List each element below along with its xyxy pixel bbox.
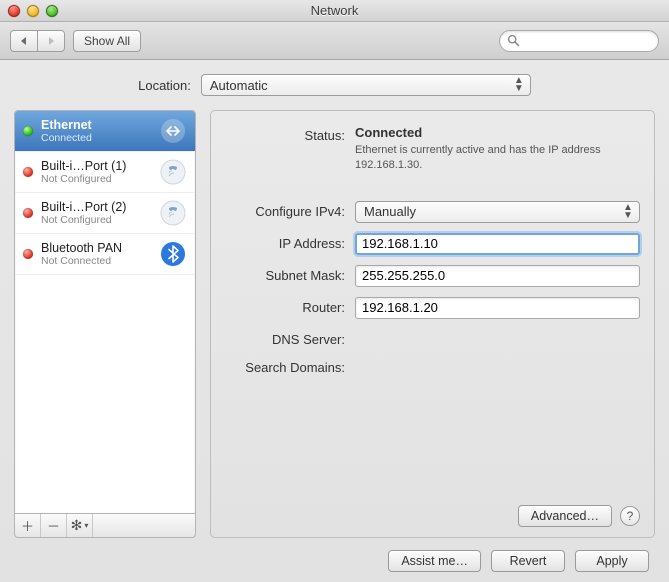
sidebar-item-label: Built-i…Port (2) — [41, 200, 151, 214]
assist-me-button[interactable]: Assist me… — [388, 550, 481, 572]
sidebar-item-label: Built-i…Port (1) — [41, 159, 151, 173]
titlebar: Network — [0, 0, 669, 22]
sidebar-item-ethernet[interactable]: Ethernet Connected — [15, 111, 195, 152]
add-button[interactable]: ＋ — [15, 514, 41, 537]
forward-button[interactable] — [37, 30, 65, 52]
gear-icon: ✻ — [71, 517, 83, 534]
subnet-mask-label: Subnet Mask: — [225, 265, 355, 283]
dns-server-label: DNS Server: — [225, 329, 355, 347]
remove-button[interactable]: － — [41, 514, 67, 537]
location-value: Automatic — [210, 78, 268, 93]
content: Location: Automatic ▲▼ Ethernet Connecte… — [0, 60, 669, 582]
bottom-buttons: Assist me… Revert Apply — [14, 538, 655, 572]
status-dot-icon — [23, 249, 33, 259]
updown-icon: ▲▼ — [512, 77, 526, 93]
close-icon[interactable] — [8, 5, 20, 17]
status-dot-icon — [23, 167, 33, 177]
subnet-mask-input[interactable] — [355, 265, 640, 287]
detail-panel: Status: Connected Ethernet is currently … — [210, 110, 655, 538]
chevron-down-icon: ▾ — [84, 521, 88, 530]
sidebar-item-bluetooth[interactable]: Bluetooth PAN Not Connected — [15, 234, 195, 275]
ip-address-input[interactable] — [355, 233, 640, 255]
location-label: Location: — [138, 78, 191, 93]
minimize-icon[interactable] — [27, 5, 39, 17]
sidebar-item-status: Not Connected — [41, 255, 151, 267]
revert-button[interactable]: Revert — [491, 550, 565, 572]
location-row: Location: Automatic ▲▼ — [14, 74, 655, 96]
triangle-left-icon — [19, 36, 29, 46]
configure-ipv4-value: Manually — [364, 204, 416, 219]
status-value: Connected — [355, 125, 640, 140]
ethernet-icon — [159, 117, 187, 145]
status-dot-icon — [23, 208, 33, 218]
nav-segment — [10, 30, 65, 52]
triangle-right-icon — [46, 36, 56, 46]
configure-ipv4-select[interactable]: Manually ▲▼ — [355, 201, 640, 223]
sidebar-item-serial2[interactable]: Built-i…Port (2) Not Configured — [15, 193, 195, 234]
phone-icon — [159, 158, 187, 186]
sidebar-footer: ＋ － ✻▾ — [14, 514, 196, 538]
status-description: Ethernet is currently active and has the… — [355, 143, 615, 173]
status-label: Status: — [225, 125, 355, 143]
sidebar: Ethernet Connected Built-i…Port (1) Not … — [14, 110, 196, 538]
router-label: Router: — [225, 297, 355, 315]
sidebar-item-status: Not Configured — [41, 173, 151, 185]
apply-button[interactable]: Apply — [575, 550, 649, 572]
phone-icon — [159, 199, 187, 227]
show-all-button[interactable]: Show All — [73, 30, 141, 52]
ip-address-label: IP Address: — [225, 233, 355, 251]
search-input[interactable] — [499, 30, 659, 52]
search-domains-label: Search Domains: — [225, 357, 355, 375]
toolbar: Show All — [0, 22, 669, 60]
status-dot-icon — [23, 126, 33, 136]
zoom-icon[interactable] — [46, 5, 58, 17]
router-input[interactable] — [355, 297, 640, 319]
sidebar-item-serial1[interactable]: Built-i…Port (1) Not Configured — [15, 152, 195, 193]
location-select[interactable]: Automatic ▲▼ — [201, 74, 531, 96]
bluetooth-icon — [159, 240, 187, 268]
help-button[interactable]: ? — [620, 506, 640, 526]
advanced-button[interactable]: Advanced… — [518, 505, 612, 527]
back-button[interactable] — [10, 30, 38, 52]
sidebar-item-status: Connected — [41, 132, 151, 144]
configure-ipv4-label: Configure IPv4: — [225, 201, 355, 219]
sidebar-item-label: Ethernet — [41, 118, 151, 132]
search-field[interactable] — [499, 30, 659, 52]
sidebar-item-label: Bluetooth PAN — [41, 241, 151, 255]
action-menu-button[interactable]: ✻▾ — [67, 514, 93, 537]
updown-icon: ▲▼ — [621, 204, 635, 220]
search-icon — [507, 34, 521, 48]
sidebar-item-status: Not Configured — [41, 214, 151, 226]
window-title: Network — [0, 3, 669, 18]
